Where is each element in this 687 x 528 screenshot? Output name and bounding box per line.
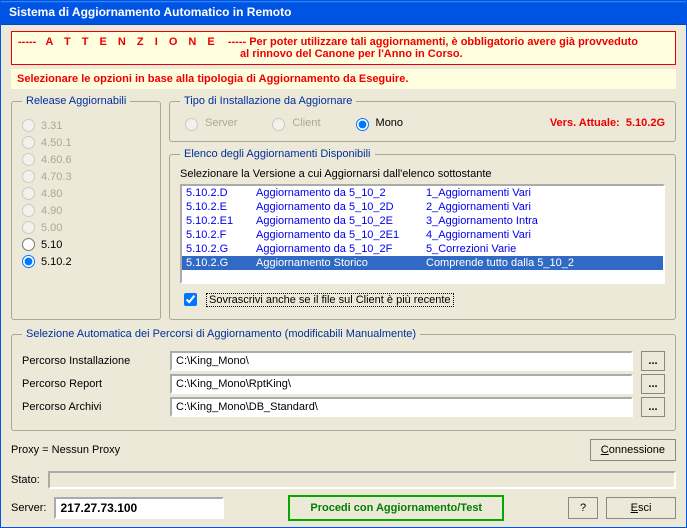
connessione-button[interactable]: Connessione <box>590 439 676 461</box>
release-radio-3.31 <box>22 119 35 132</box>
update-row[interactable]: 5.10.2.EAggiornamento da 5_10_2D2_Aggior… <box>182 200 663 214</box>
select-hint: Selezionare le opzioni in base alla tipo… <box>11 69 676 89</box>
server-label: Server: <box>11 502 46 514</box>
install-browse-button[interactable]: ... <box>641 351 665 371</box>
release-label: 5.00 <box>41 222 62 234</box>
elenco-legend: Elenco degli Aggiornamenti Disponibili <box>180 148 375 160</box>
archivi-path-label: Percorso Archivi <box>22 401 162 413</box>
install-path-label: Percorso Installazione <box>22 355 162 367</box>
release-label: 4.90 <box>41 205 62 217</box>
app-window: Sistema di Aggiornamento Automatico in R… <box>0 0 687 528</box>
proxy-label: Proxy = Nessun Proxy <box>11 444 120 456</box>
tipo-legend: Tipo di Installazione da Aggiornare <box>180 95 356 107</box>
updates-listbox[interactable]: 5.10.2.DAggiornamento da 5_10_21_Aggiorn… <box>180 184 665 284</box>
update-row[interactable]: 5.10.2.FAggiornamento da 5_10_2E14_Aggio… <box>182 228 663 242</box>
release-label: 5.10.2 <box>41 256 72 268</box>
release-radio-5.10[interactable] <box>22 238 35 251</box>
release-label: 4.70.3 <box>41 171 72 183</box>
releases-group: Release Aggiornabili 3.31 4.50.1 4.60.6 4.7… <box>11 95 161 320</box>
archivi-path-input[interactable] <box>170 397 633 417</box>
paths-group: Selezione Automatica dei Percorsi di Agg… <box>11 328 676 431</box>
overwrite-label: Sovrascrivi anche se il file sul Client … <box>206 293 454 307</box>
tipo-group: Tipo di Installazione da Aggiornare Serv… <box>169 95 676 142</box>
tipo-mono-radio[interactable] <box>356 118 369 131</box>
overwrite-checkbox[interactable] <box>184 293 197 306</box>
release-radio-5.10.2[interactable] <box>22 255 35 268</box>
elenco-instr: Selezionare la Versione a cui Aggiornars… <box>180 168 665 180</box>
release-label: 5.10 <box>41 239 62 251</box>
stato-display <box>48 471 676 489</box>
update-row[interactable]: 5.10.2.E1Aggiornamento da 5_10_2E3_Aggio… <box>182 214 663 228</box>
update-row[interactable]: 5.10.2.DAggiornamento da 5_10_21_Aggiorn… <box>182 186 663 200</box>
release-radio-4.50.1 <box>22 136 35 149</box>
release-label: 4.60.6 <box>41 154 72 166</box>
update-row[interactable]: 5.10.2.GAggiornamento StoricoComprende t… <box>182 256 663 270</box>
release-label: 4.50.1 <box>41 137 72 149</box>
release-label: 4.80 <box>41 188 62 200</box>
version-current: Vers. Attuale: 5.10.2G <box>550 117 665 129</box>
warning-banner: ----- A T T E N Z I O N E ----- Per pote… <box>11 31 676 65</box>
release-radio-4.90 <box>22 204 35 217</box>
archivi-browse-button[interactable]: ... <box>641 397 665 417</box>
help-button[interactable]: ? <box>568 497 598 519</box>
report-path-input[interactable] <box>170 374 633 394</box>
report-browse-button[interactable]: ... <box>641 374 665 394</box>
release-radio-5.00 <box>22 221 35 234</box>
release-radio-4.60.6 <box>22 153 35 166</box>
titlebar: Sistema di Aggiornamento Automatico in R… <box>1 1 686 25</box>
stato-label: Stato: <box>11 474 40 486</box>
tipo-server-radio <box>185 118 198 131</box>
release-radio-4.70.3 <box>22 170 35 183</box>
esci-button[interactable]: Esci <box>606 497 676 519</box>
elenco-group: Elenco degli Aggiornamenti Disponibili S… <box>169 148 676 320</box>
install-path-input[interactable] <box>170 351 633 371</box>
release-radio-4.80 <box>22 187 35 200</box>
update-row[interactable]: 5.10.2.GAggiornamento da 5_10_2F5_Correz… <box>182 242 663 256</box>
release-label: 3.31 <box>41 120 62 132</box>
server-input[interactable] <box>54 497 224 519</box>
report-path-label: Percorso Report <box>22 378 162 390</box>
paths-legend: Selezione Automatica dei Percorsi di Agg… <box>22 328 420 340</box>
releases-legend: Release Aggiornabili <box>22 95 130 107</box>
tipo-client-radio <box>272 118 285 131</box>
procedi-button[interactable]: Procedi con Aggiornamento/Test <box>288 495 504 521</box>
